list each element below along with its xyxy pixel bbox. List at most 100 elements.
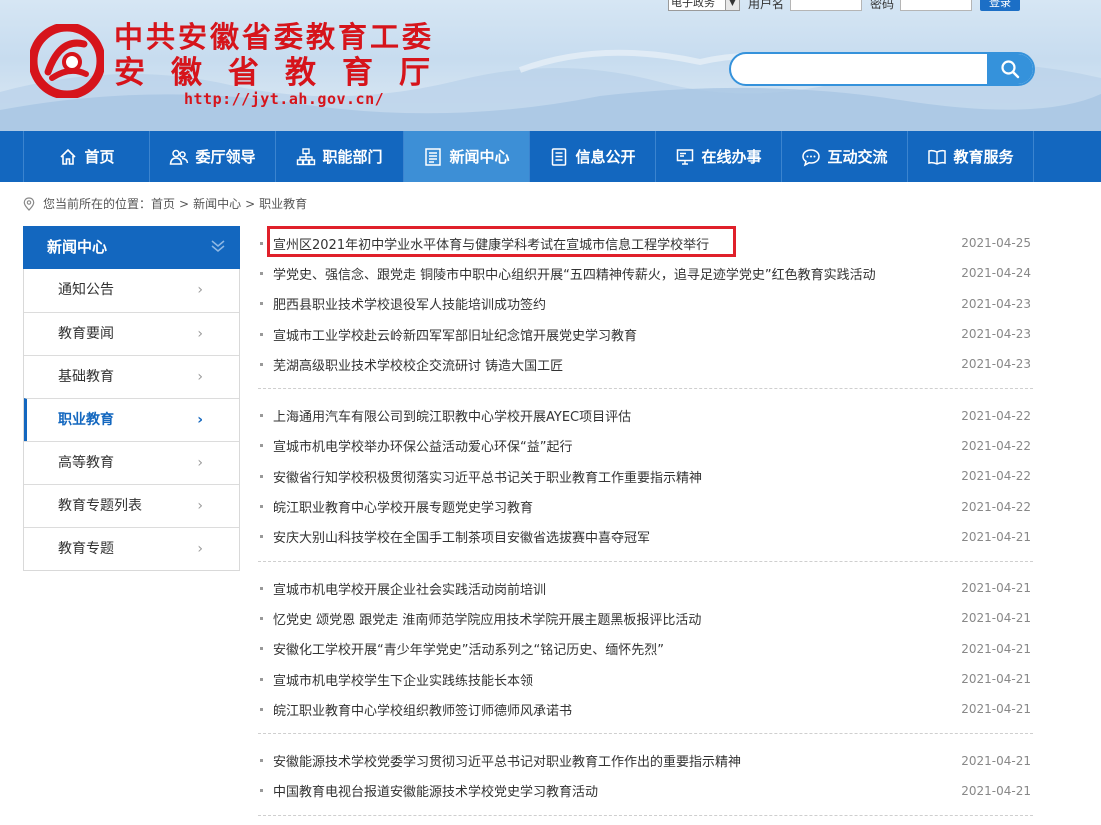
bullet-icon [260,707,263,711]
news-title-link[interactable]: 安徽化工学校开展“青少年学党史”活动系列之“铭记历史、缅怀先烈” [273,639,953,658]
bullet-icon [260,647,263,651]
news-date: 2021-04-21 [961,753,1031,768]
sidebar-title: 新闻中心 [23,226,240,269]
breadcrumb-vocational[interactable]: 职业教育 [259,195,307,212]
news-date: 2021-04-21 [961,611,1031,626]
breadcrumb-home[interactable]: 首页 [151,195,175,212]
news-title-link[interactable]: 学党史、强信念、跟党走 铜陵市中职中心组织开展“五四精神传薪火，追寻足迹学党史”… [273,264,953,283]
sidebar-item-label: 职业教育 [58,412,114,428]
login-type-value: 电子政务 [671,0,715,9]
sidebar-item-label: 教育要闻 [58,326,114,342]
login-type-select[interactable]: 电子政务 ▼ [668,0,740,11]
news-title-link[interactable]: 忆党史 颂党恩 跟党走 淮南师范学院应用技术学院开展主题黑板报评比活动 [273,609,953,628]
book-icon [928,149,947,165]
bullet-icon [260,535,263,539]
news-title-link[interactable]: 中国教育电视台报道安徽能源技术学校党史学习教育活动 [273,781,953,800]
bullet-icon [260,586,263,590]
news-title-link[interactable]: 宣州区2021年初中学业水平体育与健康学科考试在宣城市信息工程学校举行 [273,234,953,253]
news-title-link[interactable]: 宣城市机电学校开展企业社会实践活动岗前培训 [273,579,953,598]
sidebar: 新闻中心 通知公告 › 教育要闻 › 基础教育 › 职业教育 › 高等教育 › 教育专题列表 › 教育专… [23,226,240,571]
nav-item-1[interactable]: 委厅领导 [150,131,276,182]
news-title-link[interactable]: 肥西县职业技术学校退役军人技能培训成功签约 [273,294,953,313]
leaders-icon [170,149,189,165]
chevron-right-icon: › [197,282,203,298]
search-input[interactable] [731,54,987,84]
news-date: 2021-04-22 [961,408,1031,423]
sidebar-item-label: 教育专题 [58,541,114,557]
sidebar-item-5[interactable]: 教育专题列表 › [24,484,239,527]
news-row: 皖江职业教育中心学校组织教师签订师德师风承诺书 2021-04-21 [258,694,1033,724]
site-name-line2: 安徽省教育厅 [114,55,456,91]
news-group: 安徽能源技术学校党委学习贯彻习近平总书记对职业教育工作作出的重要指示精神 2021… [258,743,1033,817]
nav-item-label: 互动交流 [827,148,888,166]
sidebar-item-label: 高等教育 [58,455,114,471]
news-row: 学党史、强信念、跟党走 铜陵市中职中心组织开展“五四精神传薪火，追寻足迹学党史”… [258,258,1033,288]
news-title-link[interactable]: 宣城市机电学校举办环保公益活动爱心环保“益”起行 [273,436,953,455]
sidebar-item-3[interactable]: 职业教育 › [24,398,239,441]
chevron-right-icon: › [197,455,203,471]
news-date: 2021-04-21 [961,672,1031,686]
home-icon [60,148,77,165]
news-date: 2021-04-25 [961,236,1031,251]
nav-item-6[interactable]: 互动交流 [782,131,908,182]
bullet-icon [260,362,263,366]
nav-item-3[interactable]: 新闻中心 [404,131,530,182]
sidebar-item-2[interactable]: 基础教育 › [24,355,239,398]
bullet-icon [260,241,263,245]
login-button[interactable]: 登录 [980,0,1021,11]
news-date: 2021-04-23 [961,296,1031,311]
bullet-icon [260,759,263,763]
site-name: 中共安徽省委教育工委 安徽省教育厅 [114,20,456,92]
password-label: 密码 [870,0,895,11]
nav-item-2[interactable]: 职能部门 [276,131,404,182]
news-date: 2021-04-23 [961,357,1031,372]
chevron-down-icon[interactable]: ▼ [725,0,739,10]
news-title-link[interactable]: 芜湖高级职业技术学校校企交流研讨 铸造大国工匠 [273,355,953,374]
breadcrumb-separator: > [179,196,190,211]
sidebar-item-1[interactable]: 教育要闻 › [24,312,239,355]
news-date: 2021-04-23 [961,327,1031,342]
education-logo-icon [30,24,104,98]
document-icon [552,147,567,166]
news-date: 2021-04-21 [961,641,1031,656]
news-date: 2021-04-21 [961,581,1031,596]
bullet-icon [260,505,263,509]
news-title-link[interactable]: 宣城市机电学校学生下企业实践练技能长本领 [273,670,953,689]
news-title-link[interactable]: 安徽能源技术学校党委学习贯彻习近平总书记对职业教育工作作出的重要指示精神 [273,751,953,770]
sidebar-item-0[interactable]: 通知公告 › [24,269,239,312]
news-title-link[interactable]: 安徽省行知学校积极贯彻落实习近平总书记关于职业教育工作重要指示精神 [273,467,953,486]
nav-item-label: 委厅领导 [195,148,256,166]
sidebar-item-6[interactable]: 教育专题 › [24,527,239,570]
nav-item-5[interactable]: 在线办事 [656,131,782,182]
nav-item-7[interactable]: 教育服务 [908,131,1034,182]
news-row: 安徽化工学校开展“青少年学党史”活动系列之“铭记历史、缅怀先烈” 2021-04-… [258,634,1033,664]
news-date: 2021-04-21 [961,702,1031,717]
nav-item-4[interactable]: 信息公开 [530,131,656,182]
breadcrumb-news-center[interactable]: 新闻中心 [193,195,241,212]
news-title-link[interactable]: 皖江职业教育中心学校开展专题党史学习教育 [273,497,953,516]
news-title-link[interactable]: 宣城市工业学校赴云岭新四军军部旧址纪念馆开展党史学习教育 [273,325,953,344]
news-title-link[interactable]: 安庆大别山科技学校在全国手工制茶项目安徽省选拔赛中喜夺冠军 [273,527,953,546]
news-row: 中国教育电视台报道安徽能源技术学校党史学习教育活动 2021-04-21 [258,776,1033,806]
news-title-link[interactable]: 皖江职业教育中心学校组织教师签订师德师风承诺书 [273,700,953,719]
news-icon [425,147,442,166]
news-title-link[interactable]: 上海通用汽车有限公司到皖江职教中心学校开展AYEC项目评估 [273,406,953,425]
news-group: 宣城市机电学校开展企业社会实践活动岗前培训 2021-04-21 忆党史 颂党恩 跟… [258,571,1033,735]
sidebar-item-4[interactable]: 高等教育 › [24,441,239,484]
nav-item-label: 首页 [84,148,115,166]
username-input[interactable] [790,0,863,11]
news-row: 皖江职业教育中心学校开展专题党史学习教育 2021-04-22 [258,491,1033,521]
bullet-icon [260,444,263,448]
password-input[interactable] [900,0,973,11]
bullet-icon [260,616,263,620]
breadcrumb: 您当前所在的位置： 首页 > 新闻中心 > 职业教育 [23,195,307,212]
news-row: 芜湖高级职业技术学校校企交流研讨 铸造大国工匠 2021-04-23 [258,349,1033,379]
search-button[interactable] [987,54,1033,84]
bullet-icon [260,474,263,478]
sidebar-item-label: 教育专题列表 [58,498,142,514]
breadcrumb-separator: > [245,196,256,211]
news-date: 2021-04-24 [961,266,1031,281]
nav-item-0[interactable]: 首页 [24,131,150,182]
news-row: 上海通用汽车有限公司到皖江职教中心学校开展AYEC项目评估 2021-04-22 [258,400,1033,430]
chevron-right-icon: › [197,498,203,514]
